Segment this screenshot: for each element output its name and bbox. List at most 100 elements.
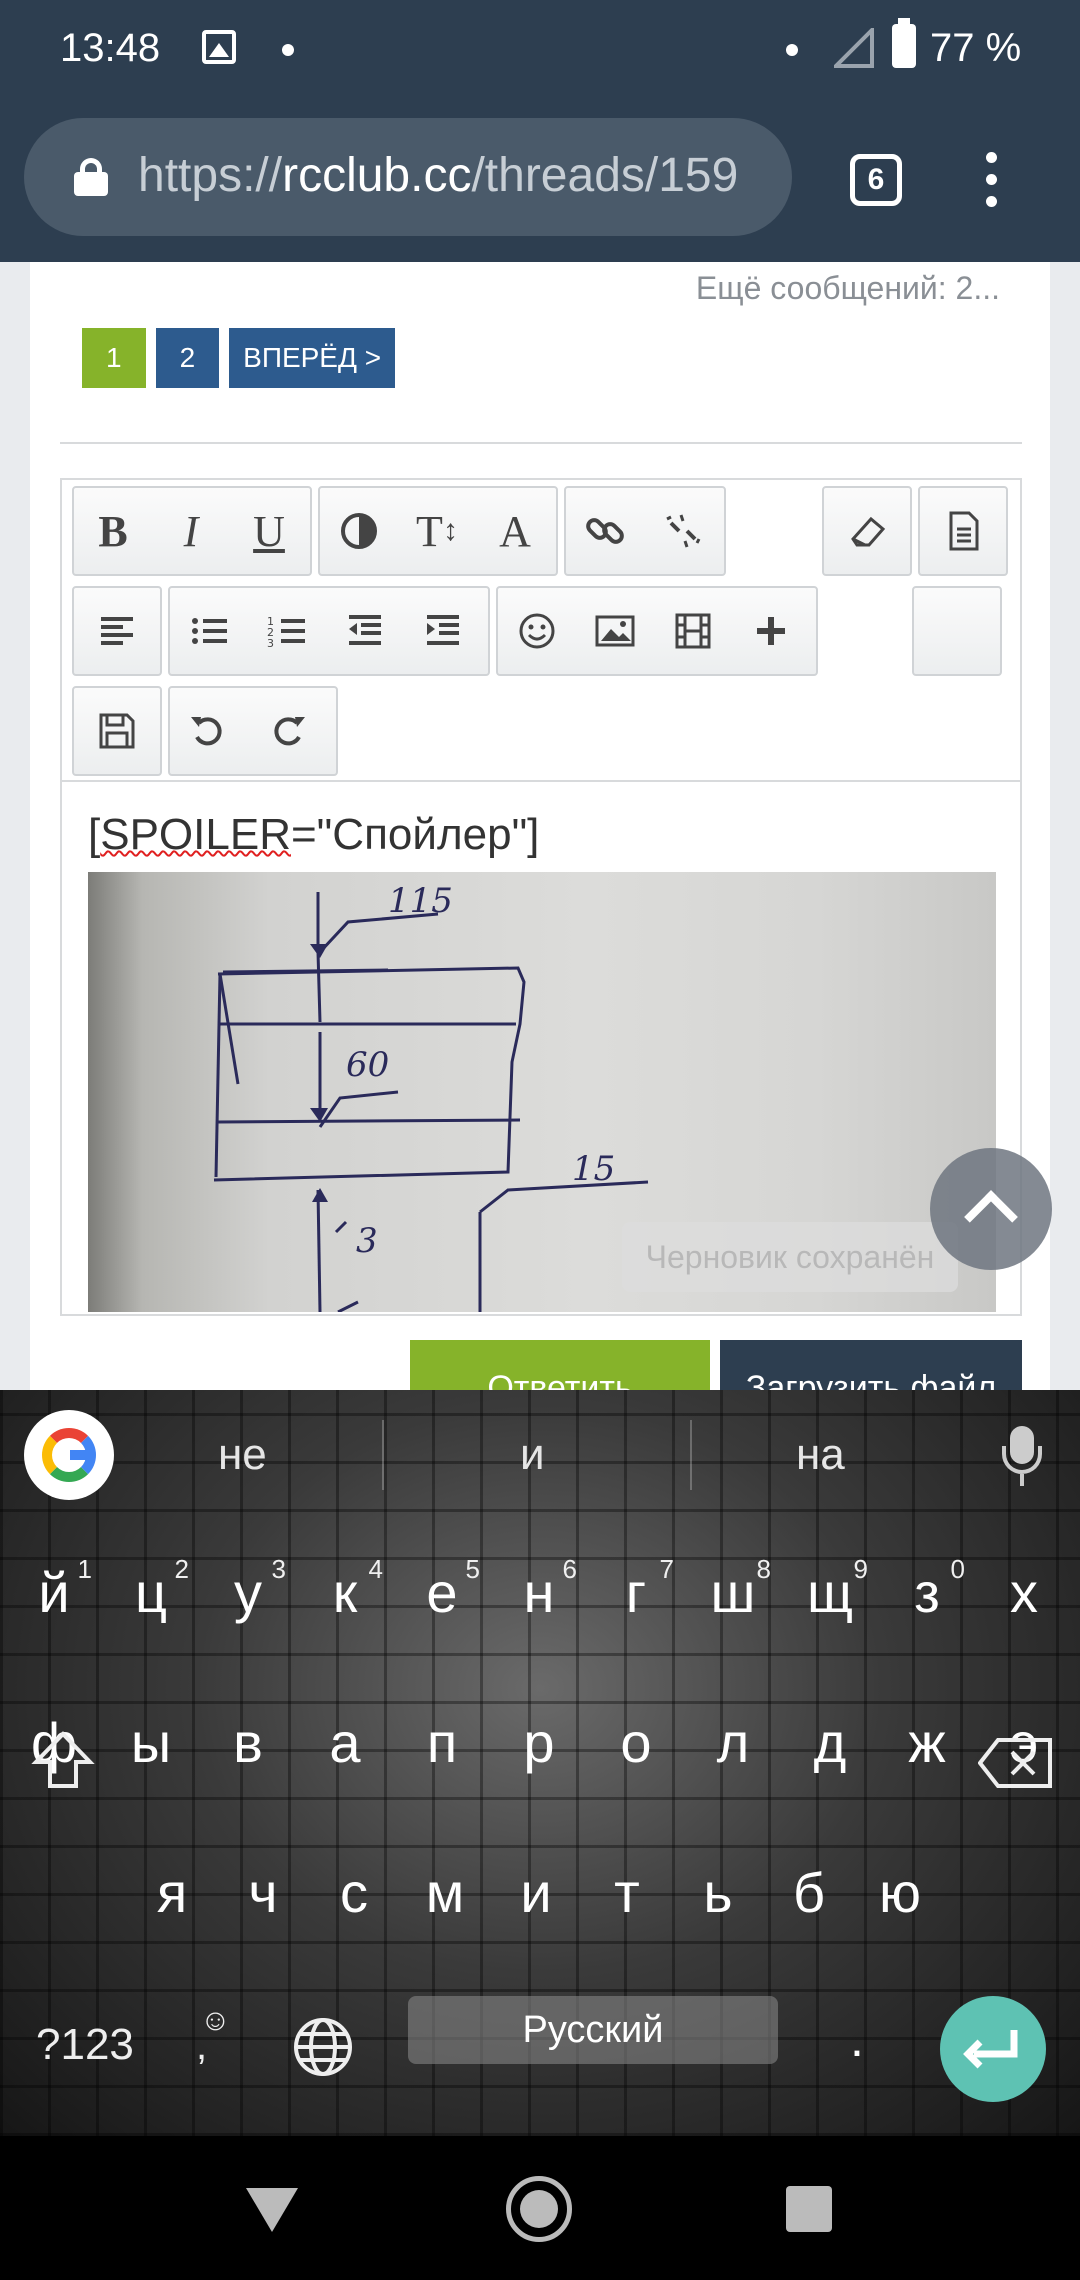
align-group <box>72 586 162 676</box>
underline-button[interactable]: U <box>230 488 308 574</box>
save-draft-button[interactable] <box>74 688 160 774</box>
microphone-icon[interactable] <box>1002 1426 1042 1486</box>
suggestion-3[interactable]: на <box>796 1430 845 1480</box>
lock-icon[interactable] <box>74 158 108 196</box>
url-field[interactable]: https://rcclub.cc/threads/159 <box>24 118 792 236</box>
insert-group <box>496 586 818 676</box>
redo-button[interactable] <box>248 688 326 774</box>
key-л[interactable]: л <box>685 1710 781 1775</box>
key-а[interactable]: а <box>297 1710 393 1775</box>
recent-apps-icon[interactable] <box>786 2186 832 2232</box>
key-label: щ <box>806 1561 854 1624</box>
key-label: а <box>329 1711 361 1774</box>
key-щ[interactable]: щ9 <box>782 1554 878 1625</box>
numbered-list-button[interactable]: 123 <box>248 588 326 674</box>
key-ц[interactable]: ц2 <box>103 1554 199 1625</box>
period-key[interactable]: . <box>850 2010 864 2068</box>
misspelled-word[interactable]: SPOILER <box>100 810 291 859</box>
insert-link-button[interactable] <box>566 488 644 574</box>
font-group: T ↕ A <box>318 486 558 576</box>
editor-toolbar: B I U T ↕ A 1 2 3 <box>62 480 1020 782</box>
bullet-list-button[interactable] <box>170 588 248 674</box>
contrast-icon <box>341 513 377 549</box>
next-page-button[interactable]: ВПЕРЁД > <box>229 328 396 388</box>
key-ч[interactable]: ч <box>215 1860 311 1925</box>
italic-button[interactable]: I <box>152 488 230 574</box>
editor-text[interactable]: [SPOILER="Спойлер"] <box>88 810 539 860</box>
key-й[interactable]: й1 <box>6 1554 102 1625</box>
key-т[interactable]: т <box>579 1860 675 1925</box>
suggestion-2[interactable]: и <box>520 1430 545 1480</box>
key-label: г <box>625 1561 647 1624</box>
unlink-button[interactable] <box>644 488 722 574</box>
scroll-to-top-button[interactable] <box>930 1148 1052 1270</box>
align-button[interactable] <box>74 588 160 674</box>
battery-percentage: 77 % <box>930 26 1022 70</box>
comma-emoji-key[interactable]: ☺ , <box>196 2004 231 2069</box>
link-group <box>564 486 726 576</box>
key-в[interactable]: в <box>200 1710 296 1775</box>
home-icon[interactable] <box>506 2176 572 2242</box>
key-н[interactable]: н6 <box>491 1554 587 1625</box>
key-с[interactable]: с <box>306 1860 402 1925</box>
source-group <box>918 486 1008 576</box>
key-г[interactable]: г7 <box>588 1554 684 1625</box>
annotation-15: 15 <box>572 1149 615 1189</box>
key-у[interactable]: у3 <box>200 1554 296 1625</box>
space-bar[interactable]: Русский <box>408 1996 778 2064</box>
key-label: с <box>340 1861 368 1924</box>
key-ь[interactable]: ь <box>670 1860 766 1925</box>
backspace-key-icon[interactable] <box>978 1736 1054 1790</box>
font-size-button[interactable]: T ↕ <box>398 488 476 574</box>
key-р[interactable]: р <box>491 1710 587 1775</box>
suggestion-1[interactable]: не <box>218 1430 267 1480</box>
key-д[interactable]: д <box>782 1710 878 1775</box>
key-х[interactable]: х <box>976 1560 1072 1625</box>
key-б[interactable]: б <box>761 1860 857 1925</box>
key-label: р <box>523 1711 555 1774</box>
tab-switcher-button[interactable]: 6 <box>850 154 902 206</box>
google-icon[interactable] <box>24 1410 114 1500</box>
indent-button[interactable] <box>404 588 482 674</box>
insert-image-button[interactable] <box>576 588 654 674</box>
more-messages-link[interactable]: Ещё сообщений: 2... <box>696 270 1000 307</box>
key-п[interactable]: п <box>394 1710 490 1775</box>
font-family-button[interactable]: A <box>476 488 554 574</box>
key-и[interactable]: и <box>488 1860 584 1925</box>
key-ю[interactable]: ю <box>852 1860 948 1925</box>
key-hint: 1 <box>77 1554 92 1584</box>
key-ж[interactable]: ж <box>879 1710 975 1775</box>
outdent-button[interactable] <box>326 588 404 674</box>
toggle-bbcode-button[interactable] <box>920 488 1006 574</box>
key-label: н <box>523 1561 555 1624</box>
key-е[interactable]: е5 <box>394 1554 490 1625</box>
symbols-key[interactable]: ?123 <box>36 2020 134 2070</box>
globe-icon[interactable] <box>292 2016 354 2078</box>
undo-button[interactable] <box>170 688 248 774</box>
key-м[interactable]: м <box>397 1860 493 1925</box>
battery-icon <box>892 18 916 68</box>
insert-media-button[interactable] <box>654 588 732 674</box>
key-ш[interactable]: ш8 <box>685 1554 781 1625</box>
smilies-button[interactable] <box>498 588 576 674</box>
text-color-button[interactable] <box>320 488 398 574</box>
shift-key-icon[interactable] <box>30 1728 96 1794</box>
more-insert-button[interactable] <box>732 588 810 674</box>
key-ы[interactable]: ы <box>103 1710 199 1775</box>
indent-icon <box>427 615 459 645</box>
url-text[interactable]: https://rcclub.cc/threads/159 <box>138 148 738 203</box>
key-hint: 9 <box>853 1554 868 1584</box>
key-з[interactable]: з0 <box>879 1554 975 1625</box>
page-1-button[interactable]: 1 <box>82 328 146 388</box>
bold-button[interactable]: B <box>74 488 152 574</box>
more-menu-icon[interactable] <box>986 152 998 208</box>
page-2-button[interactable]: 2 <box>155 328 220 388</box>
remove-format-button[interactable] <box>824 488 910 574</box>
unlink-icon <box>666 514 701 548</box>
key-о[interactable]: о <box>588 1710 684 1775</box>
svg-text:3: 3 <box>267 637 274 650</box>
enter-key[interactable] <box>940 1996 1046 2102</box>
key-я[interactable]: я <box>124 1860 220 1925</box>
key-к[interactable]: к4 <box>297 1554 393 1625</box>
back-icon[interactable] <box>246 2188 298 2232</box>
